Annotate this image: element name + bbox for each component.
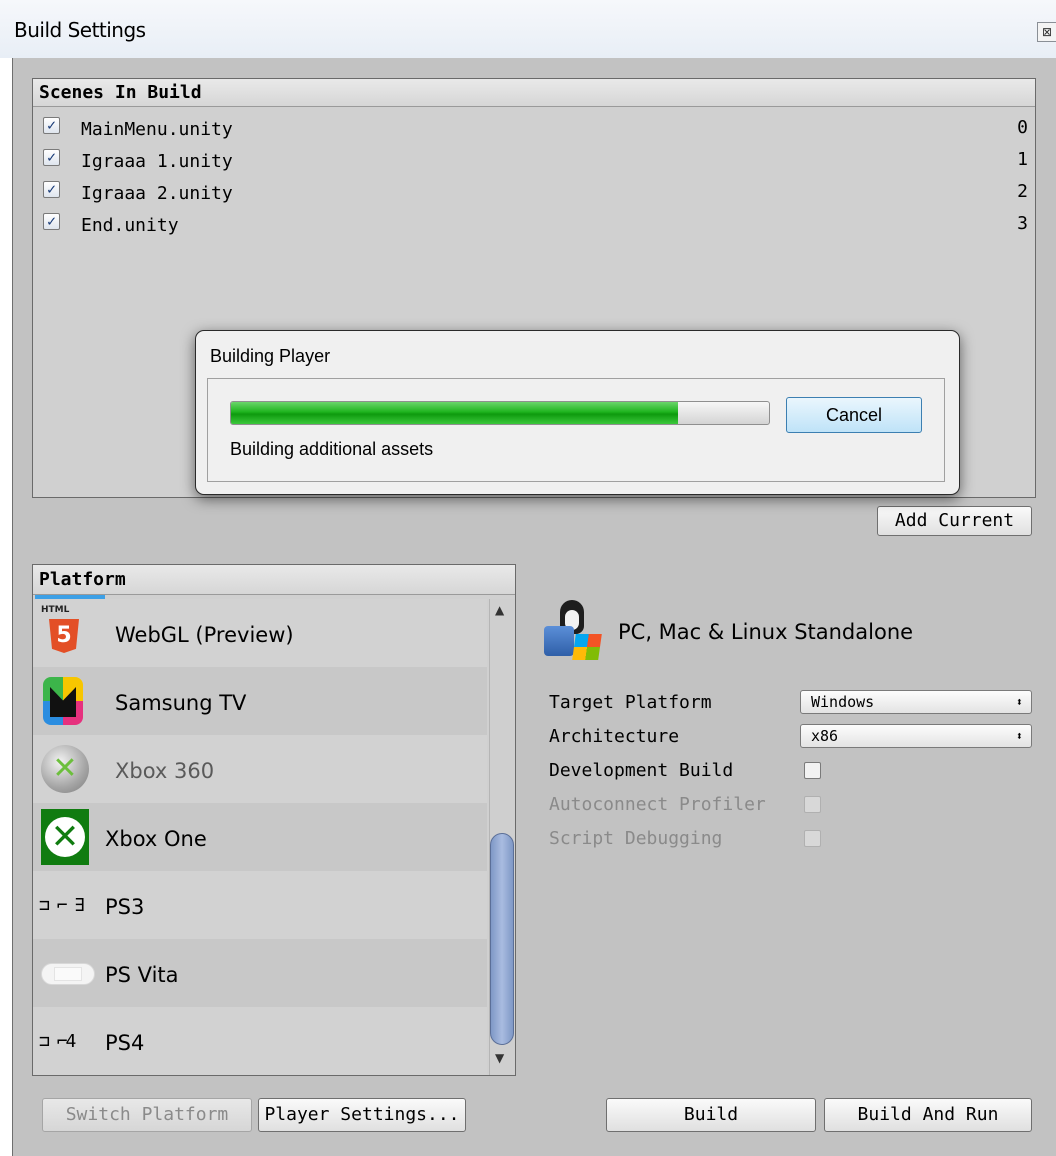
scene-row[interactable]: ✓ MainMenu.unity 0 — [33, 113, 1035, 145]
platform-item-ps3[interactable]: ⊐ ⌐ ∃ PS3 — [33, 871, 487, 939]
autoconnect-profiler-label: Autoconnect Profiler — [549, 794, 766, 815]
platform-item-ps-vita[interactable]: PS Vita — [33, 939, 487, 1007]
scroll-down-icon[interactable]: ▼ — [495, 1051, 504, 1065]
window-title: Build Settings — [14, 18, 146, 42]
xbox360-icon: ✕ — [41, 745, 89, 793]
player-settings-button[interactable]: Player Settings... — [258, 1098, 466, 1132]
ps4-icon: ⊐ ⌐4 — [39, 1031, 76, 1052]
platform-panel: Platform HTML 5 WebGL (Preview) Samsung … — [32, 564, 516, 1076]
scene-name: End.unity — [81, 215, 179, 236]
platform-item-samsung-tv[interactable]: Samsung TV — [33, 667, 487, 735]
platform-label: PS4 — [105, 1031, 145, 1055]
progress-fill — [231, 402, 678, 424]
target-platform-dropdown[interactable]: Windows ⬍ — [800, 690, 1032, 714]
add-current-button[interactable]: Add Current — [877, 506, 1032, 536]
architecture-value: x86 — [811, 727, 839, 745]
target-platform-label: Target Platform — [549, 692, 712, 713]
platform-item-ps4[interactable]: ⊐ ⌐4 PS4 — [33, 1007, 487, 1075]
architecture-label: Architecture — [549, 726, 680, 747]
scene-name: Igraaa 1.unity — [81, 151, 233, 172]
scene-index: 3 — [1017, 213, 1028, 234]
pc-mac-linux-icon — [542, 598, 612, 664]
scene-index: 2 — [1017, 181, 1028, 202]
dropdown-arrow-icon: ⬍ — [1015, 695, 1023, 709]
platform-label: Samsung TV — [115, 691, 247, 715]
platform-label: PS Vita — [105, 963, 179, 987]
dropdown-arrow-icon: ⬍ — [1015, 729, 1023, 743]
platform-label: Xbox 360 — [115, 759, 215, 783]
scene-row[interactable]: ✓ End.unity 3 — [33, 209, 1035, 241]
target-platform-value: Windows — [811, 693, 875, 711]
scene-row[interactable]: ✓ Igraaa 2.unity 2 — [33, 177, 1035, 209]
samsung-tv-icon — [43, 677, 83, 725]
platform-label: Xbox One — [105, 827, 207, 851]
scene-name: Igraaa 2.unity — [81, 183, 233, 204]
scene-checkbox-icon[interactable]: ✓ — [43, 181, 60, 198]
html5-icon: HTML 5 — [41, 605, 85, 661]
scenes-header: Scenes In Build — [33, 79, 1035, 107]
ps-vita-icon — [41, 963, 95, 985]
cancel-button[interactable]: Cancel — [786, 397, 922, 433]
building-player-dialog: Building Player Cancel Building addition… — [195, 330, 960, 495]
script-debugging-label: Script Debugging — [549, 828, 723, 849]
scene-checkbox-icon[interactable]: ✓ — [43, 117, 60, 134]
platform-item-webgl[interactable]: HTML 5 WebGL (Preview) — [33, 599, 487, 667]
window-title-bar: Build Settings ⊠ — [0, 0, 1056, 58]
autoconnect-profiler-checkbox[interactable] — [804, 796, 821, 813]
build-button[interactable]: Build — [606, 1098, 816, 1132]
scene-checkbox-icon[interactable]: ✓ — [43, 213, 60, 230]
platform-label: WebGL (Preview) — [115, 623, 294, 647]
scene-index: 1 — [1017, 149, 1028, 170]
platform-label: PS3 — [105, 895, 145, 919]
scene-name: MainMenu.unity — [81, 119, 233, 140]
development-build-checkbox[interactable] — [804, 762, 821, 779]
scene-row[interactable]: ✓ Igraaa 1.unity 1 — [33, 145, 1035, 177]
platform-header: Platform — [33, 565, 515, 595]
script-debugging-checkbox[interactable] — [804, 830, 821, 847]
ps3-icon: ⊐ ⌐ ∃ — [39, 895, 85, 916]
close-icon[interactable]: ⊠ — [1037, 22, 1056, 42]
selected-platform-title: PC, Mac & Linux Standalone — [618, 620, 914, 644]
scrollbar-thumb[interactable] — [490, 833, 514, 1045]
dialog-body: Cancel Building additional assets — [207, 378, 945, 482]
development-build-label: Development Build — [549, 760, 734, 781]
build-status-text: Building additional assets — [230, 439, 434, 459]
scene-checkbox-icon[interactable]: ✓ — [43, 149, 60, 166]
architecture-dropdown[interactable]: x86 ⬍ — [800, 724, 1032, 748]
switch-platform-button[interactable]: Switch Platform — [42, 1098, 252, 1132]
platform-item-xbox-one[interactable]: ✕ Xbox One — [33, 803, 487, 871]
xbox-one-icon: ✕ — [41, 809, 89, 865]
build-progress-bar — [230, 401, 770, 425]
dialog-title: Building Player — [210, 346, 331, 366]
scroll-up-icon[interactable]: ▲ — [495, 603, 504, 617]
platform-item-xbox-360[interactable]: ✕ Xbox 360 — [33, 735, 487, 803]
build-and-run-button[interactable]: Build And Run — [824, 1098, 1032, 1132]
scene-index: 0 — [1017, 117, 1028, 138]
